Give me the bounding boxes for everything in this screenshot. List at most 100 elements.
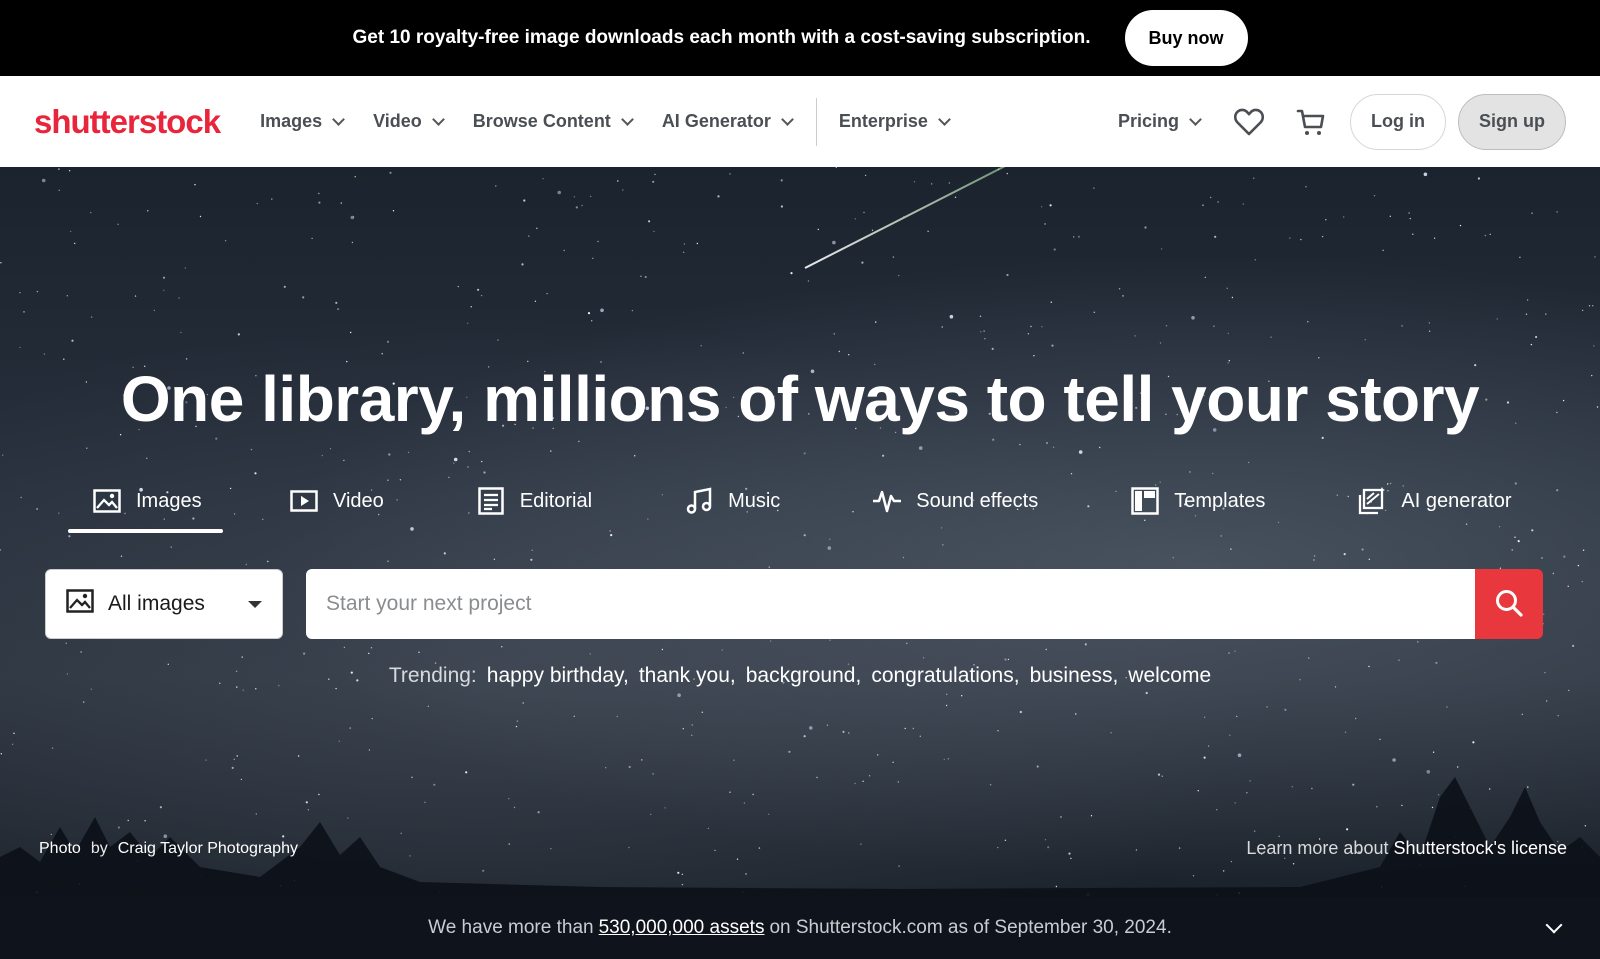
star xyxy=(1398,659,1400,661)
star xyxy=(20,496,22,499)
trending-term[interactable]: welcome xyxy=(1128,664,1211,688)
star xyxy=(1075,713,1077,715)
star xyxy=(717,195,720,198)
star xyxy=(1511,549,1513,551)
tab-editorial[interactable]: Editorial xyxy=(476,473,592,529)
shutterstock-logo[interactable]: shutterstock xyxy=(34,103,221,141)
star xyxy=(70,230,72,233)
star xyxy=(1118,288,1121,290)
nav-browse-content[interactable]: Browse Content xyxy=(473,111,634,132)
nav-pricing[interactable]: Pricing xyxy=(1118,111,1202,132)
star xyxy=(1496,318,1498,320)
star xyxy=(256,202,258,205)
star xyxy=(63,358,65,360)
trending-term[interactable]: congratulations, xyxy=(871,664,1019,688)
star xyxy=(622,189,624,191)
star xyxy=(1084,643,1087,646)
star xyxy=(1409,217,1412,220)
star xyxy=(255,688,257,690)
tab-video[interactable]: Video xyxy=(289,473,384,529)
trending-term[interactable]: business, xyxy=(1030,664,1119,688)
star xyxy=(1266,706,1268,708)
star xyxy=(1044,223,1046,225)
star xyxy=(381,353,383,355)
star xyxy=(19,346,21,349)
star xyxy=(1077,235,1080,238)
tab-ai-generator[interactable]: AI generator xyxy=(1357,473,1511,529)
chevron-down-icon[interactable] xyxy=(1545,916,1563,934)
star xyxy=(1572,644,1575,647)
signup-button[interactable]: Sign up xyxy=(1458,93,1566,150)
star xyxy=(941,326,943,328)
cart-icon[interactable] xyxy=(1294,105,1328,139)
star xyxy=(340,202,342,204)
star xyxy=(1254,259,1257,261)
star xyxy=(1343,553,1346,556)
star xyxy=(1582,549,1585,551)
search-button[interactable] xyxy=(1475,569,1543,639)
star xyxy=(1594,256,1596,258)
star xyxy=(927,230,929,232)
star xyxy=(961,695,963,697)
trending-term[interactable]: happy birthday, xyxy=(487,664,629,688)
star xyxy=(1484,234,1487,237)
tab-music[interactable]: Music xyxy=(684,473,780,529)
star xyxy=(453,457,458,462)
photo-credit-label[interactable]: Photo xyxy=(39,840,81,858)
star xyxy=(65,642,67,644)
nav-video[interactable]: Video xyxy=(373,111,445,132)
trending-term[interactable]: background, xyxy=(746,664,862,688)
license-link[interactable]: Shutterstock's license xyxy=(1393,838,1567,858)
star xyxy=(682,251,685,253)
stats-suffix: on Shutterstock.com as of September 30, … xyxy=(769,917,1172,938)
star xyxy=(1389,215,1392,217)
buy-now-button[interactable]: Buy now xyxy=(1124,10,1248,66)
star xyxy=(1110,732,1112,734)
star xyxy=(768,566,770,568)
login-button[interactable]: Log in xyxy=(1350,93,1446,150)
tab-sound-effects[interactable]: Sound effects xyxy=(872,473,1038,529)
star xyxy=(1373,195,1376,197)
photo-credit-by: by xyxy=(90,840,108,857)
star xyxy=(1165,325,1168,327)
image-icon xyxy=(92,486,122,516)
search-bar: All images xyxy=(45,569,1543,639)
photo-credit-author[interactable]: Craig Taylor Photography xyxy=(118,840,298,858)
nav-enterprise[interactable]: Enterprise xyxy=(839,111,951,132)
star xyxy=(1368,558,1371,560)
asset-type-select[interactable]: All images xyxy=(45,569,283,639)
star xyxy=(1006,273,1009,277)
star xyxy=(1577,564,1580,567)
star xyxy=(691,724,693,726)
star xyxy=(589,195,592,198)
star xyxy=(1318,357,1320,359)
star xyxy=(283,285,286,288)
search-input[interactable] xyxy=(306,569,1475,639)
star xyxy=(631,309,634,312)
star xyxy=(861,261,864,264)
star xyxy=(153,309,156,312)
assets-count-link[interactable]: 530,000,000 assets xyxy=(599,917,765,939)
nav-images[interactable]: Images xyxy=(260,111,345,132)
nav-ai-generator[interactable]: AI Generator xyxy=(662,111,794,132)
star xyxy=(1236,715,1238,718)
tab-templates[interactable]: Templates xyxy=(1130,473,1265,529)
favorites-heart-icon[interactable] xyxy=(1232,105,1266,139)
star xyxy=(392,210,395,212)
star xyxy=(1045,648,1047,651)
chevron-down-icon xyxy=(1189,112,1202,126)
star xyxy=(0,262,2,264)
caret-down-icon xyxy=(248,600,262,608)
star xyxy=(1210,196,1212,199)
star xyxy=(617,180,619,182)
star xyxy=(1308,657,1310,659)
star xyxy=(1428,330,1431,332)
star xyxy=(997,730,999,732)
star xyxy=(769,640,772,642)
tab-images[interactable]: Images xyxy=(68,473,223,533)
nav-divider xyxy=(815,97,817,146)
star xyxy=(68,535,71,538)
star xyxy=(1525,313,1528,315)
trending-term[interactable]: thank you, xyxy=(639,664,736,688)
star xyxy=(19,292,21,294)
